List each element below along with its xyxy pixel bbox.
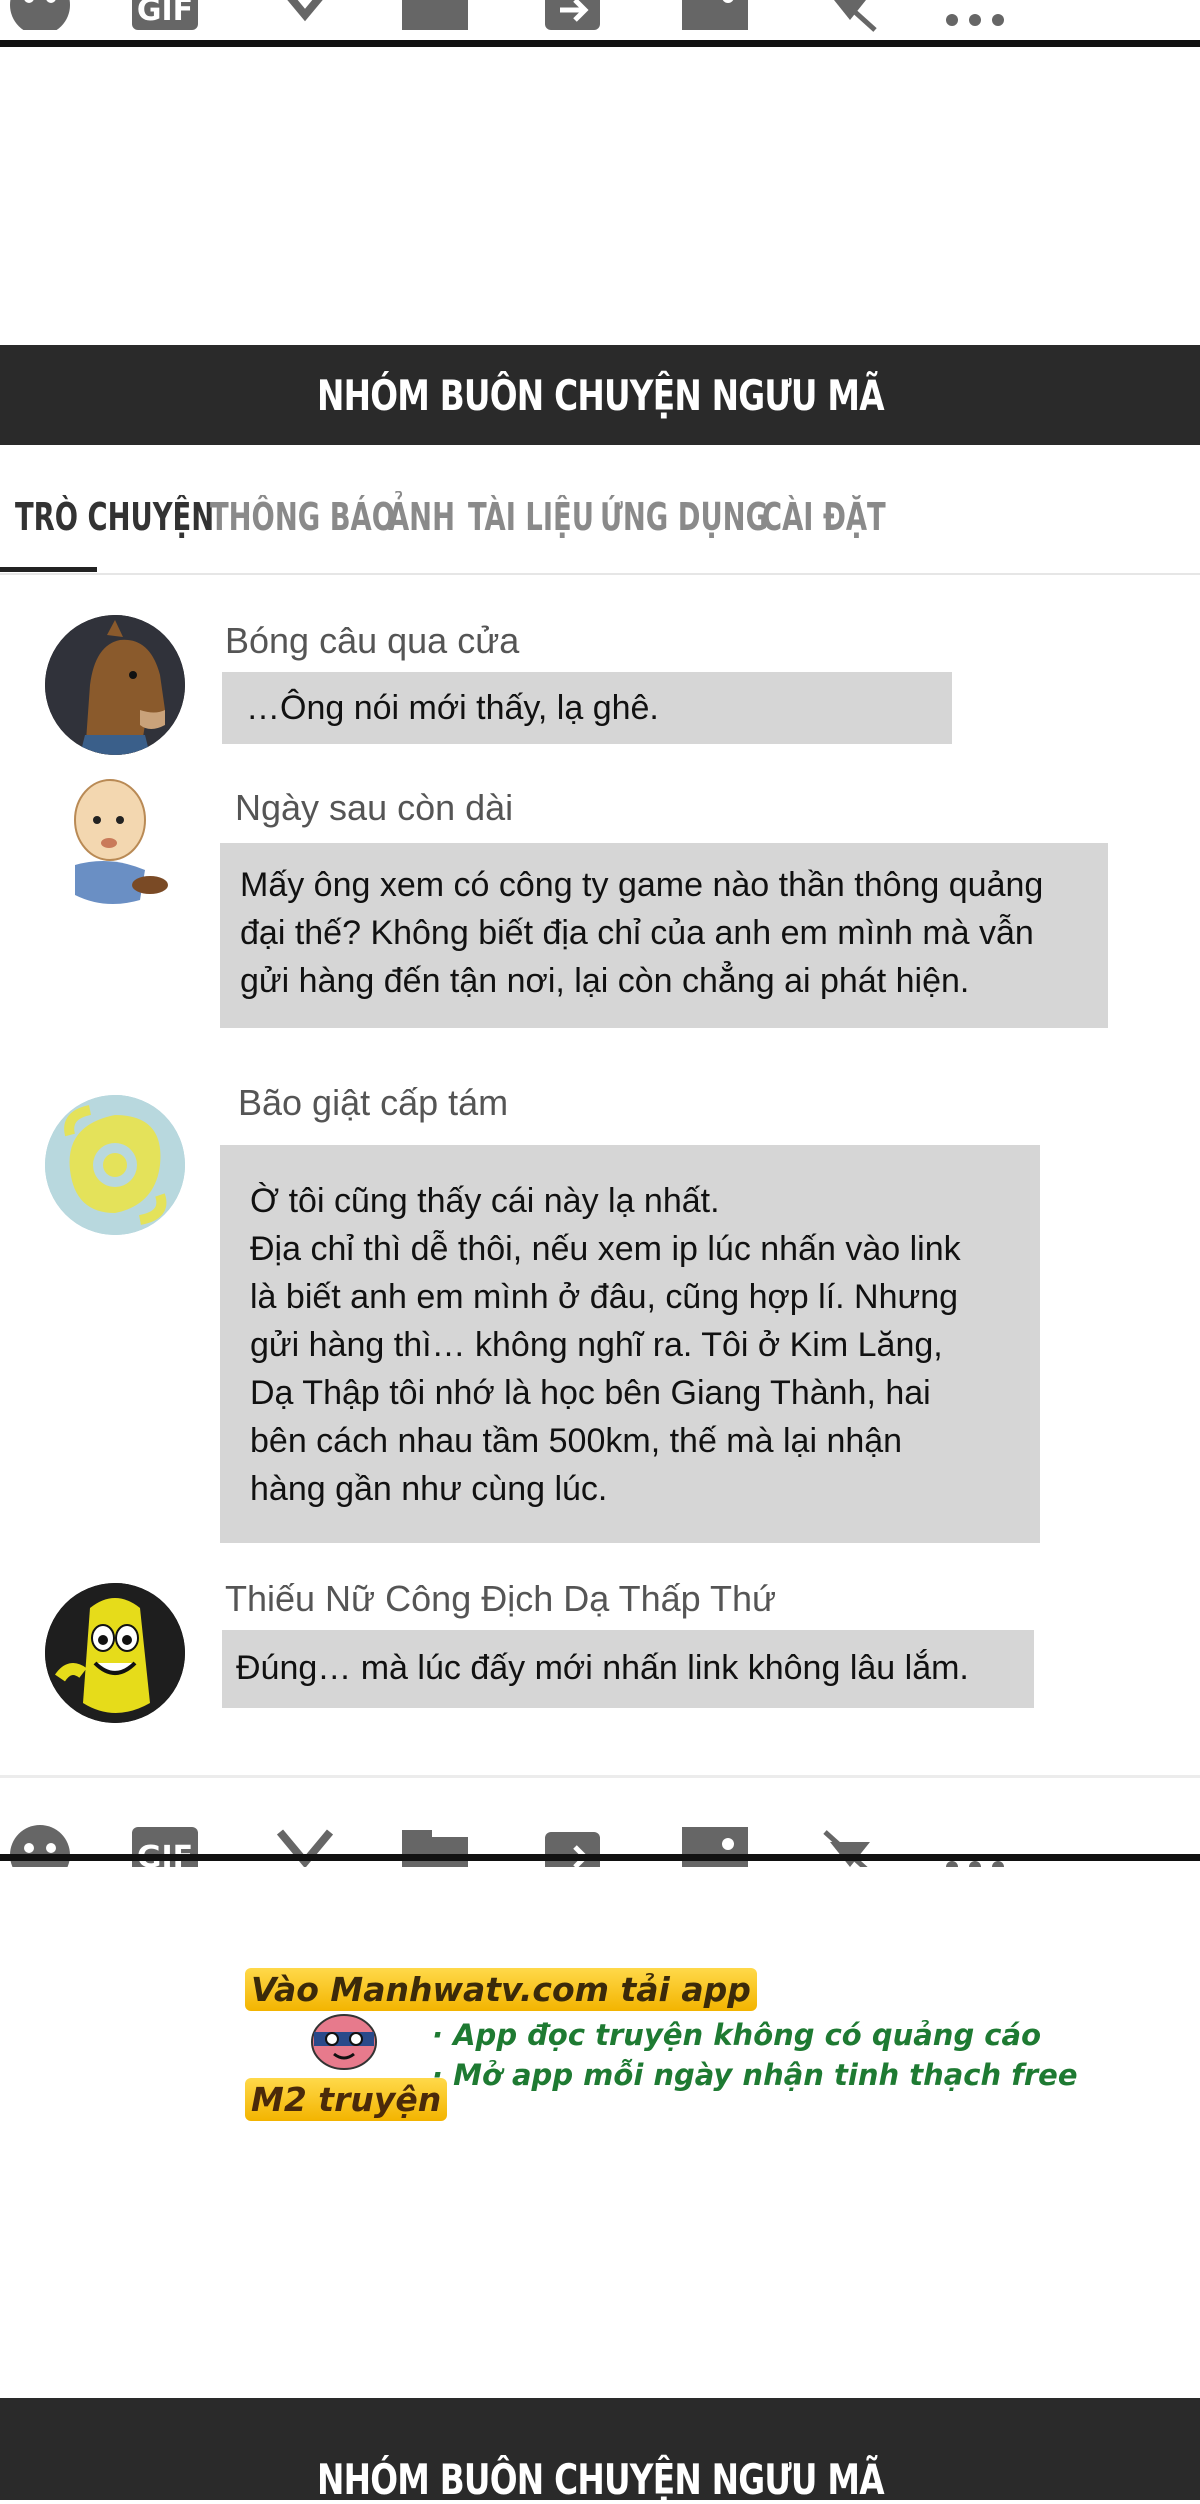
tab-documents[interactable]: TÀI LIỆU — [468, 495, 594, 539]
promo-headline: Vào Manhwatv.com tải app — [245, 1968, 757, 2011]
group-title: NHÓM BUÔN CHUYỆN NGƯU MÃ — [316, 2454, 885, 2504]
scissors-icon[interactable] — [270, 0, 340, 35]
typhoon-avatar[interactable] — [45, 1095, 185, 1235]
message-bubble: Đúng… mà lúc đấy mới nhấn link không lâu… — [222, 1630, 1034, 1708]
horse-avatar[interactable] — [45, 615, 185, 755]
mute-icon[interactable] — [815, 0, 885, 35]
banana-avatar[interactable] — [45, 1583, 185, 1723]
folder-icon[interactable] — [400, 0, 470, 35]
group-title-bar: NHÓM BUÔN CHUYỆN NGƯU MÃ — [0, 2398, 1200, 2504]
active-tab-indicator — [0, 567, 97, 572]
share-icon[interactable] — [540, 0, 610, 35]
message-bubble: Mấy ông xem có công ty game nào thần thô… — [220, 843, 1108, 1028]
tabs-divider — [0, 573, 1200, 575]
typhoon-avatar-art — [45, 1095, 185, 1235]
sender-name: Ngày sau còn dài — [235, 787, 514, 828]
tab-apps[interactable]: ỨNG DỤNG — [600, 495, 768, 539]
emoji-icon[interactable] — [5, 0, 75, 30]
promo-feature-2: · Mở app mỗi ngày nhận tinh thạch free — [432, 2058, 1078, 2092]
tab-photos[interactable]: ẢNH — [388, 495, 455, 539]
group-title-bar: NHÓM BUÔN CHUYỆN NGƯU MÃ — [0, 345, 1200, 445]
more-icon[interactable] — [940, 0, 1010, 35]
mascot-logo — [308, 2010, 380, 2072]
banana-avatar-art — [45, 1583, 185, 1723]
promo-brand: M2 truyện — [245, 2078, 448, 2121]
old-man-avatar[interactable] — [45, 775, 185, 915]
sender-name: Bão giật cấp tám — [238, 1082, 509, 1123]
image-icon[interactable] — [680, 0, 750, 35]
message-bubble: Ờ tôi cũng thấy cái này lạ nhất. Địa chỉ… — [220, 1145, 1040, 1543]
toolbar-rule — [0, 1854, 1200, 1861]
tab-notifications[interactable]: THÔNG BÁO — [210, 495, 395, 539]
top-toolbar: GIF — [0, 0, 1200, 55]
toolbar-rule — [0, 40, 1200, 47]
promo-feature-1: · App đọc truyện không có quảng cáo — [432, 2018, 1041, 2052]
sender-name: Bóng câu qua cửa — [225, 620, 520, 661]
message-bubble: …Ông nói mới thấy, lạ ghê. — [222, 672, 952, 744]
tab-bar: TRÒ CHUYỆN THÔNG BÁO ẢNH TÀI LIỆU ỨNG DỤ… — [0, 445, 1200, 575]
old-man-avatar-art — [74, 779, 168, 904]
group-title: NHÓM BUÔN CHUYỆN NGƯU MÃ — [316, 370, 885, 420]
horse-avatar-art — [45, 615, 185, 755]
svg-text:GIF: GIF — [137, 0, 193, 28]
gif-icon[interactable]: GIF — [130, 0, 200, 35]
sender-name: Thiếu Nữ Công Địch Dạ Thấp Thứ — [225, 1578, 777, 1619]
tab-settings[interactable]: CÀI ĐẶT — [762, 495, 886, 539]
tab-chat[interactable]: TRÒ CHUYỆN — [15, 495, 214, 539]
bottom-toolbar: GIF — [0, 1812, 1200, 1867]
chat-divider — [0, 1775, 1200, 1778]
mascot-icon — [311, 2014, 377, 2070]
